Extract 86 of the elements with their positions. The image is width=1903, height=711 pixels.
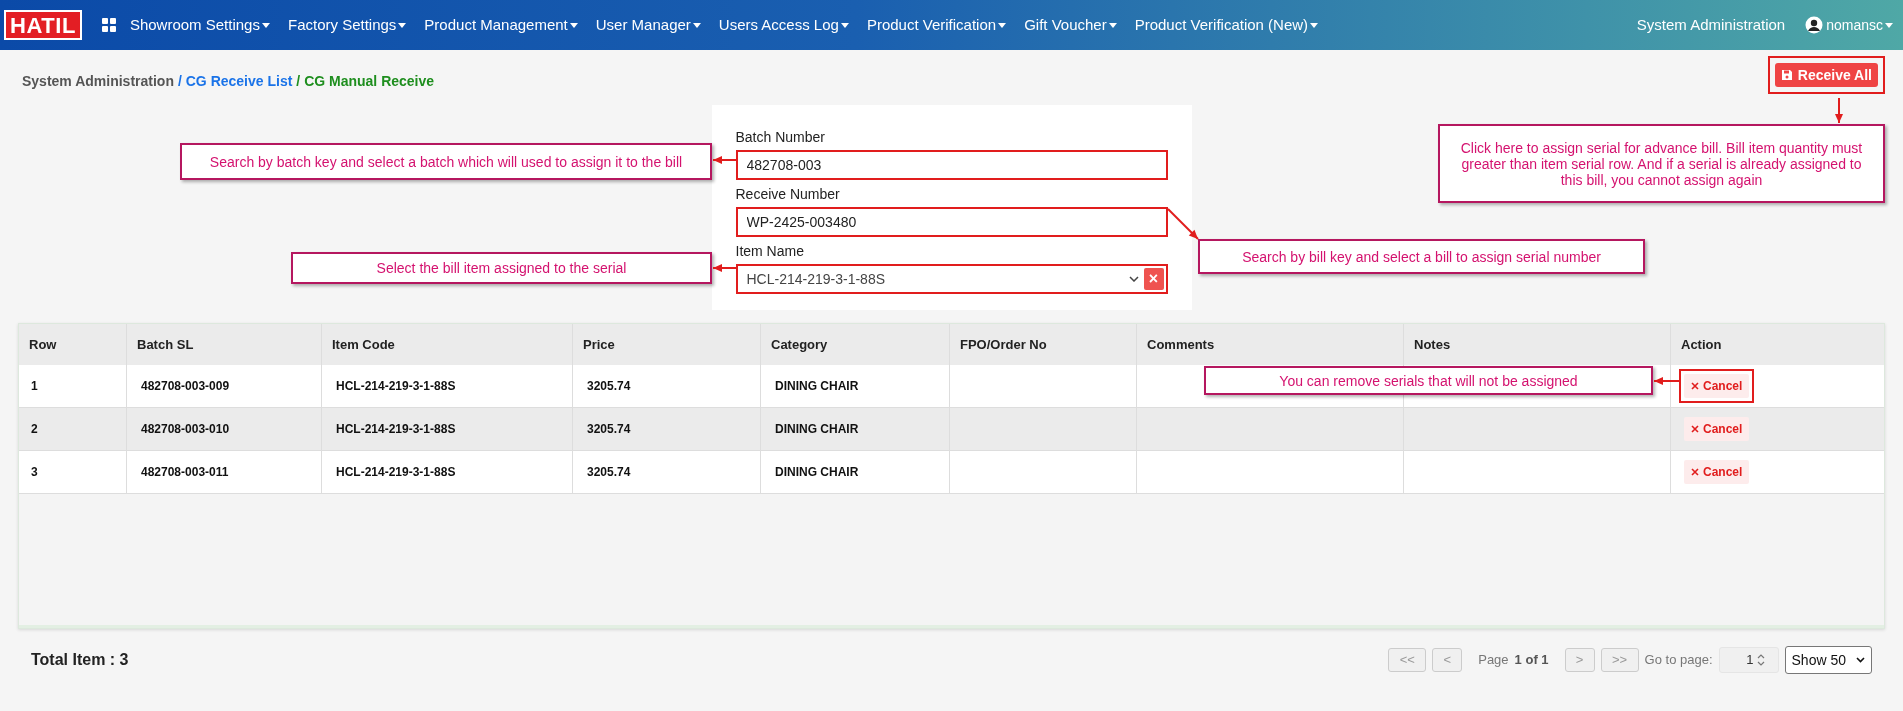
page-indicator: 1 of 1 xyxy=(1514,651,1549,670)
table-cell-text: 1 xyxy=(31,378,38,395)
nav-menu-item[interactable]: Product Verification (New) xyxy=(1134,13,1319,37)
table-cell-text: HCL-214-219-3-1-88S xyxy=(336,464,456,481)
column-header: Action xyxy=(1681,335,1722,354)
column-header: Batch SL xyxy=(137,335,194,354)
table-cell-text: DINING CHAIR xyxy=(775,378,859,395)
column-header: FPO/Order No xyxy=(960,335,1047,354)
page-label: Page xyxy=(1478,651,1509,670)
field-label: Batch Number xyxy=(735,128,826,147)
first-page-button[interactable]: << xyxy=(1388,648,1427,672)
caret-icon xyxy=(692,22,701,28)
cancel-button[interactable]: Cancel xyxy=(1684,460,1750,484)
nav-menu-item[interactable]: User Manager xyxy=(595,13,701,37)
annotation-callout: Search by batch key and select a batch which will used to assign it to the bill xyxy=(180,143,712,180)
goto-label: Go to page: xyxy=(1644,651,1713,670)
user-menu[interactable]: nomansc xyxy=(1805,14,1893,36)
table-cell-text: HCL-214-219-3-1-88S xyxy=(336,421,456,438)
table-cell-text: DINING CHAIR xyxy=(775,421,859,438)
nav-menu-item[interactable]: Showroom Settings xyxy=(129,13,270,37)
cancel-button[interactable]: Cancel xyxy=(1684,374,1750,398)
caret-icon xyxy=(1108,22,1117,28)
annotation-callout: You can remove serials that will not be assigned xyxy=(1204,366,1653,395)
column-header: Item Code xyxy=(332,335,395,354)
table-cell-text: 482708-003-011 xyxy=(141,464,229,481)
grid-icon[interactable] xyxy=(101,18,116,32)
caret-icon xyxy=(998,22,1007,28)
table-cell-text: HCL-214-219-3-1-88S xyxy=(336,378,456,395)
nav-menu-item[interactable]: Product Management xyxy=(424,13,578,37)
caret-icon xyxy=(840,22,849,28)
field-label: Receive Number xyxy=(735,185,841,204)
next-page-button[interactable]: > xyxy=(1564,648,1595,672)
caret-icon xyxy=(569,22,578,28)
column-header: Row xyxy=(29,335,57,354)
receive-all-button[interactable]: Receive All xyxy=(1774,63,1878,87)
close-icon xyxy=(1691,382,1699,390)
table-cell-text: 3205.74 xyxy=(587,464,631,481)
field-label: Item Name xyxy=(735,242,805,261)
clear-button[interactable]: × xyxy=(1143,268,1164,290)
callout-arrow xyxy=(1835,97,1843,124)
caret-icon xyxy=(1885,22,1893,28)
column-header: Comments xyxy=(1147,335,1215,354)
nav-link[interactable]: System Administration xyxy=(1636,13,1786,37)
column-header: Category xyxy=(771,335,828,354)
table-cell-text: 3 xyxy=(31,464,38,481)
column-header: Price xyxy=(583,335,615,354)
table-cell-text: DINING CHAIR xyxy=(775,464,859,481)
previous-page-button[interactable]: < xyxy=(1432,648,1463,672)
callout-arrow xyxy=(712,264,738,272)
avatar-icon xyxy=(1805,16,1824,34)
nav-menu-item[interactable]: Gift Voucher xyxy=(1024,13,1117,37)
close-icon xyxy=(1691,425,1699,433)
annotation-callout: Select the bill item assigned to the serial xyxy=(291,252,712,284)
total-items: Total Item : 3 xyxy=(31,650,129,670)
page-size-select[interactable]: Show 50 xyxy=(1784,646,1872,674)
annotation-callout: Click here to assign serial for advance bill. Bill item quantity must greater than item serial row. And if a serial is already assigned to this bill, you cannot assign again xyxy=(1438,124,1885,203)
table-cell-text: 482708-003-010 xyxy=(141,421,230,438)
caret-icon xyxy=(261,22,270,28)
annotation-callout: Search by bill key and select a bill to assign serial number xyxy=(1198,239,1645,274)
input-field[interactable]: WP-2425-003480 xyxy=(735,207,1168,237)
caret-icon xyxy=(398,22,407,28)
table-cell-text: 2 xyxy=(31,421,38,438)
chevron-down-icon xyxy=(1128,276,1139,282)
breadcrumb-item: System Administration xyxy=(22,71,174,91)
nav-menu-item[interactable]: Product Verification xyxy=(866,13,1007,37)
spinner-icon xyxy=(1755,652,1766,668)
table-cell-text: 3205.74 xyxy=(587,421,631,438)
nav-menu-item[interactable]: Factory Settings xyxy=(287,13,407,37)
nav-menu-item[interactable]: Users Access Log xyxy=(718,13,849,37)
caret-icon xyxy=(1310,22,1319,28)
page-number-field[interactable]: 1 xyxy=(1718,647,1779,673)
table-cell-text: 3205.74 xyxy=(587,378,631,395)
save-icon xyxy=(1780,69,1793,81)
callout-arrow xyxy=(1167,208,1199,240)
select-field[interactable]: HCL-214-219-3-1-88S × xyxy=(735,264,1168,294)
table-cell-text: 482708-003-009 xyxy=(141,378,230,395)
chevron-down-icon xyxy=(1856,657,1865,663)
input-field[interactable]: 482708-003 xyxy=(735,150,1168,180)
breadcrumb-item: / CG Manual Receive xyxy=(296,71,435,91)
last-page-button[interactable]: >> xyxy=(1600,648,1639,672)
logo[interactable]: HATIL xyxy=(4,10,82,40)
breadcrumb-item[interactable]: / CG Receive List xyxy=(177,70,293,92)
column-header: Notes xyxy=(1414,335,1451,354)
close-icon xyxy=(1691,468,1699,476)
callout-arrow xyxy=(712,156,738,164)
cancel-button[interactable]: Cancel xyxy=(1684,417,1750,441)
